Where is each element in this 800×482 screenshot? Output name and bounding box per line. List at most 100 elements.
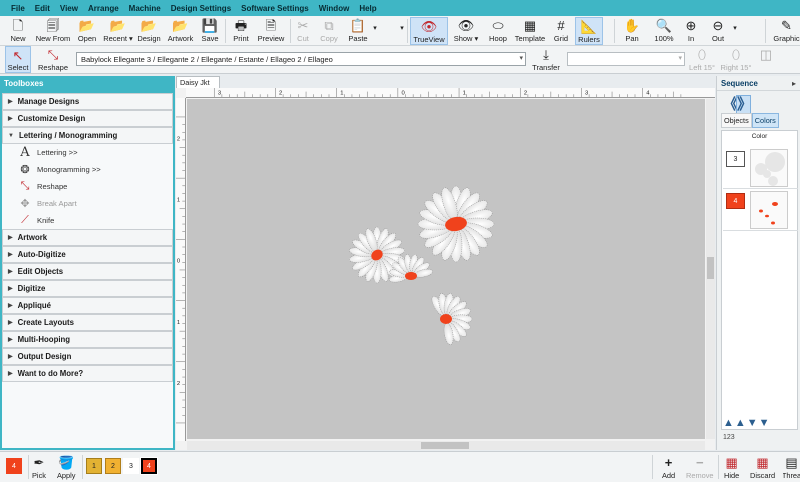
reshape-tool-button[interactable]: ⤡ Reshape bbox=[36, 46, 70, 73]
zoom-100-button[interactable]: 🔍 100% bbox=[652, 17, 676, 45]
grid-button[interactable]: # Grid bbox=[551, 17, 571, 45]
select-tool-button[interactable]: ↖ Select bbox=[5, 46, 31, 73]
recent-button[interactable]: 📂 Recent ▾ bbox=[103, 17, 133, 45]
tool-lettering[interactable]: A Lettering >> bbox=[2, 144, 173, 161]
zoom-in-button[interactable]: ⊕ In bbox=[682, 17, 700, 45]
truview-dropdown[interactable]: ▾ bbox=[398, 17, 406, 45]
menu-file[interactable]: File bbox=[11, 4, 25, 13]
threads-button[interactable]: ▤ Threa bbox=[783, 455, 800, 480]
tool-reshape[interactable]: ⤡ Reshape bbox=[2, 178, 173, 195]
discard-button[interactable]: ▦ Discard bbox=[750, 455, 775, 480]
toolbar-divider bbox=[614, 19, 615, 43]
truview-button[interactable]: 👁 TrueView bbox=[410, 17, 448, 45]
move-down-icon[interactable]: ▼ bbox=[747, 417, 759, 429]
toolbar-divider bbox=[290, 19, 291, 43]
add-color-button[interactable]: + Add bbox=[662, 455, 675, 480]
menu-view[interactable]: View bbox=[60, 4, 78, 13]
panel-menu-icon[interactable]: ▸ bbox=[792, 79, 796, 88]
machine-path-select[interactable]: Babylock Ellegante 3 / Ellegante 2 / Ell… bbox=[76, 52, 526, 66]
template-button[interactable]: ▦ Template bbox=[513, 17, 547, 45]
artwork-button[interactable]: 📂 Artwork bbox=[165, 17, 196, 45]
move-first-icon[interactable]: ▲ bbox=[723, 417, 735, 429]
document-tab[interactable]: Daisy Jkt × bbox=[176, 76, 220, 96]
copy-button[interactable]: ⧉ Copy bbox=[318, 17, 340, 45]
paste-dropdown[interactable]: ▾ bbox=[371, 17, 379, 45]
menu-edit[interactable]: Edit bbox=[35, 4, 50, 13]
hoop-button[interactable]: ⬭ Hoop bbox=[486, 17, 510, 45]
daisy-flower-large[interactable] bbox=[417, 185, 495, 263]
next-icon[interactable]: 》 bbox=[736, 95, 752, 114]
tool-monogramming[interactable]: ❂ Monogramming >> bbox=[2, 161, 173, 178]
vertical-scrollbar[interactable] bbox=[706, 99, 715, 439]
sequence-tabs: Objects Colors bbox=[721, 113, 779, 128]
print-button[interactable]: 🖶 Print bbox=[230, 17, 252, 45]
move-up-icon[interactable]: ▲ bbox=[735, 417, 747, 429]
pick-button[interactable]: ✒ Pick bbox=[32, 455, 46, 480]
tool-knife[interactable]: ⟋ Knife bbox=[2, 212, 173, 229]
new-from-icon: 🗐 bbox=[46, 18, 60, 33]
category-edit-objects[interactable]: ▶ Edit Objects bbox=[2, 263, 173, 280]
save-icon: 💾 bbox=[201, 18, 219, 33]
menu-help[interactable]: Help bbox=[359, 4, 376, 13]
apply-button[interactable]: 🪣 Apply bbox=[57, 455, 76, 480]
preview-button[interactable]: 🗎 Preview bbox=[256, 17, 286, 45]
daisy-flower-bottom[interactable] bbox=[429, 293, 473, 346]
rotate-right-button[interactable]: ⬯ Right 15° bbox=[719, 46, 753, 73]
menu-window[interactable]: Window bbox=[319, 4, 350, 13]
design-canvas[interactable] bbox=[187, 99, 705, 439]
color-swatch[interactable]: 1 bbox=[86, 458, 102, 474]
pan-button[interactable]: ✋ Pan bbox=[622, 17, 642, 45]
hide-button[interactable]: ▦ Hide bbox=[724, 455, 739, 480]
design-button[interactable]: 📂 Design bbox=[136, 17, 162, 45]
category-output-design[interactable]: ▶ Output Design bbox=[2, 348, 173, 365]
current-color-swatch[interactable]: 4 bbox=[6, 458, 22, 474]
tab-objects[interactable]: Objects bbox=[721, 113, 752, 128]
sequence-row[interactable]: 3 bbox=[723, 147, 798, 189]
thread-chart-select[interactable]: ▾ bbox=[567, 52, 685, 66]
color-swatch[interactable]: 3 bbox=[123, 458, 139, 474]
category-multi-hooping[interactable]: ▶ Multi-Hooping bbox=[2, 331, 173, 348]
rotate-left-button[interactable]: ⬯ Left 15° bbox=[688, 46, 716, 73]
previous-icon[interactable]: 《 bbox=[723, 96, 738, 113]
color-swatch-selected[interactable]: 4 bbox=[140, 457, 158, 475]
horizontal-scrollbar[interactable] bbox=[187, 441, 705, 450]
zoom-out-button[interactable]: ⊖ Out bbox=[709, 17, 727, 45]
color-swatch[interactable]: 2 bbox=[105, 458, 121, 474]
menu-machine[interactable]: Machine bbox=[129, 4, 161, 13]
sequence-count: 123 bbox=[723, 434, 735, 441]
category-artwork[interactable]: ▶ Artwork bbox=[2, 229, 173, 246]
scroll-thumb[interactable] bbox=[421, 442, 469, 449]
cut-button[interactable]: ✂ Cut bbox=[294, 17, 312, 45]
new-from-button[interactable]: 🗐 New From bbox=[33, 17, 73, 45]
menu-software-settings[interactable]: Software Settings bbox=[241, 4, 309, 13]
sequence-row[interactable]: 4 bbox=[723, 189, 798, 231]
move-last-icon[interactable]: ▼ bbox=[759, 417, 771, 429]
category-manage-designs[interactable]: ▶ Manage Designs bbox=[2, 93, 173, 110]
graphics-button[interactable]: ✎ Graphic bbox=[773, 17, 800, 45]
menu-design-settings[interactable]: Design Settings bbox=[171, 4, 231, 13]
paste-button[interactable]: 📋 Paste bbox=[346, 17, 370, 45]
new-button[interactable]: 🗋 New bbox=[6, 17, 30, 45]
tab-colors[interactable]: Colors bbox=[751, 113, 779, 128]
scroll-thumb[interactable] bbox=[707, 257, 714, 279]
zoom-dropdown[interactable]: ▾ bbox=[731, 17, 739, 45]
category-applique[interactable]: ▶ Appliqué bbox=[2, 297, 173, 314]
daisy-design[interactable] bbox=[187, 99, 705, 439]
menu-bar: File Edit View Arrange Machine Design Se… bbox=[0, 0, 800, 16]
category-auto-digitize[interactable]: ▶ Auto-Digitize bbox=[2, 246, 173, 263]
category-want-more[interactable]: ▶ Want to do More? bbox=[2, 365, 173, 382]
open-button[interactable]: 📂 Open bbox=[75, 17, 99, 45]
ruler-label: 3 bbox=[218, 90, 221, 96]
show-button[interactable]: 👁 Show ▾ bbox=[452, 17, 480, 45]
save-button[interactable]: 💾 Save bbox=[199, 17, 221, 45]
rulers-button[interactable]: 📐 Rulers bbox=[575, 17, 603, 45]
remove-color-button[interactable]: − Remove bbox=[686, 455, 714, 480]
category-create-layouts[interactable]: ▶ Create Layouts bbox=[2, 314, 173, 331]
category-customize-design[interactable]: ▶ Customize Design bbox=[2, 110, 173, 127]
mirror-button[interactable]: ◫ bbox=[758, 46, 774, 73]
category-lettering-monogramming[interactable]: ▼ Lettering / Monogramming bbox=[2, 127, 173, 144]
tool-break-apart[interactable]: ✥ Break Apart bbox=[2, 195, 173, 212]
transfer-button[interactable]: ⤓ Transfer bbox=[530, 46, 562, 73]
menu-arrange[interactable]: Arrange bbox=[88, 4, 119, 13]
category-digitize[interactable]: ▶ Digitize bbox=[2, 280, 173, 297]
